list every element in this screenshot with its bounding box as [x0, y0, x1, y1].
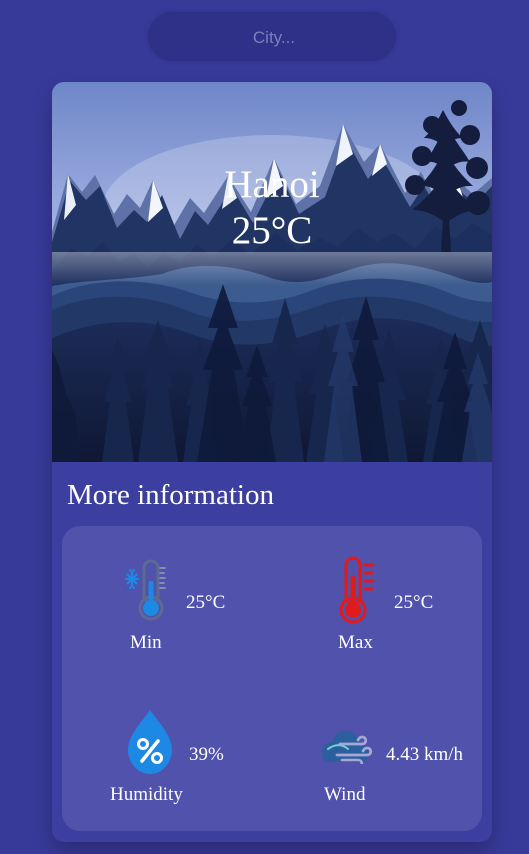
max-temperature-value: 25°C	[394, 592, 434, 613]
mountain-landscape-image	[52, 82, 492, 462]
weather-card: Hanoi 25°C More information 25°C Min 25°…	[52, 82, 492, 842]
min-temperature-value: 25°C	[186, 592, 226, 613]
max-temperature-item: 25°C Max	[310, 556, 490, 676]
search-bar[interactable]	[148, 12, 400, 63]
humidity-value: 39%	[189, 744, 224, 765]
humidity-label: Humidity	[110, 784, 183, 805]
thermometer-snowflake-icon	[124, 559, 166, 621]
wind-value: 4.43 km/h	[386, 744, 464, 765]
weather-hero: Hanoi 25°C	[52, 82, 492, 462]
wind-label: Wind	[324, 784, 366, 805]
min-temperature-item: 25°C Min	[102, 556, 282, 676]
more-information-title: More information	[67, 479, 274, 511]
humidity-drop-icon	[128, 710, 172, 774]
weather-details-panel: 25°C Min 25°C Max 39% Humidity 4.43 km/h…	[62, 526, 482, 831]
current-temperature: 25°C	[231, 209, 313, 252]
humidity-item: 39% Humidity	[102, 708, 282, 828]
current-weather-summary: Hanoi 25°C	[52, 165, 492, 251]
city-search-input[interactable]	[148, 12, 400, 63]
wind-item: 4.43 km/h Wind	[302, 708, 482, 828]
city-name: Hanoi	[224, 163, 320, 206]
thermometer-hot-icon	[339, 556, 375, 624]
max-temperature-label: Max	[338, 632, 373, 653]
wind-icon	[322, 730, 373, 764]
min-temperature-label: Min	[130, 632, 162, 653]
